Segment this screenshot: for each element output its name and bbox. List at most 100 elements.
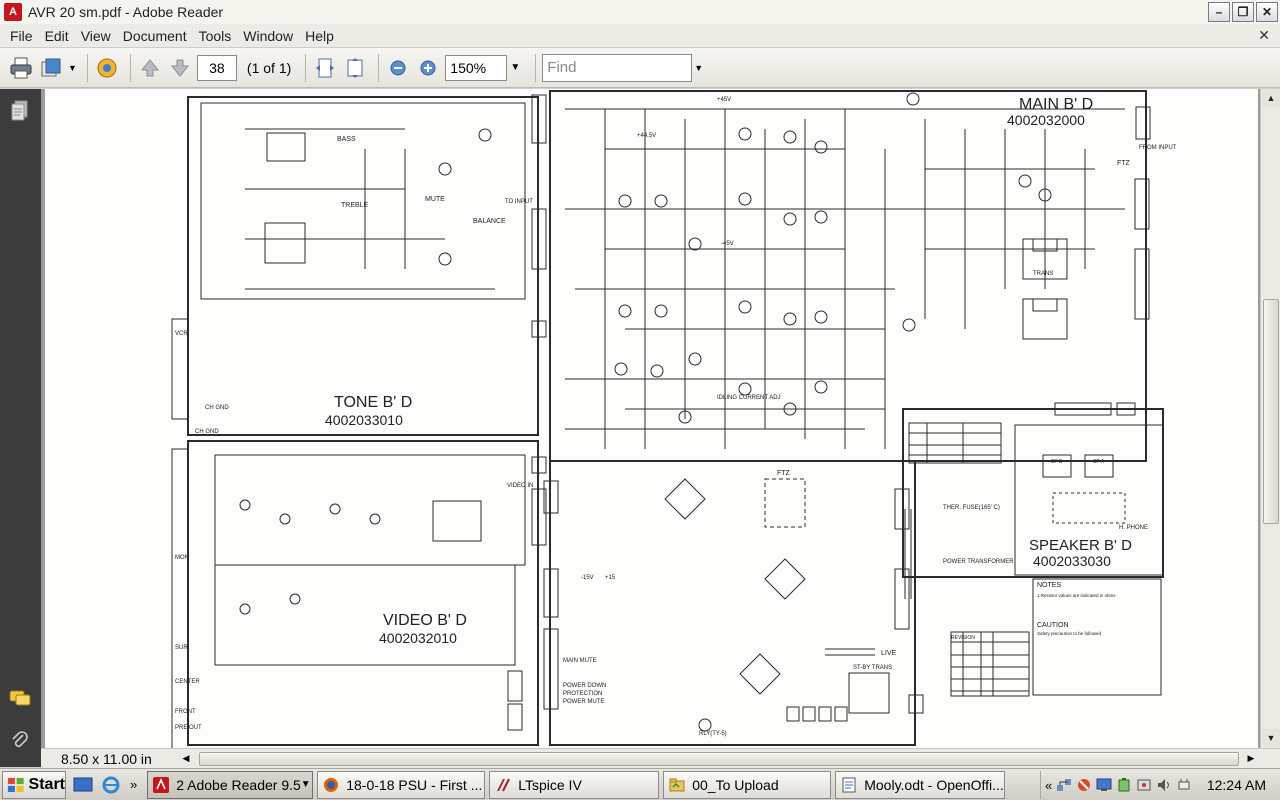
horizontal-scroll-thumb[interactable] <box>199 751 1239 766</box>
internet-explorer-icon[interactable] <box>100 774 122 796</box>
minimize-button[interactable]: – <box>1208 2 1230 22</box>
revision-label: REVISION <box>951 635 975 641</box>
task-label: Mooly.odt - OpenOffi... <box>864 776 1004 793</box>
page-number-input[interactable]: 38 <box>196 54 237 81</box>
fit-page-icon[interactable] <box>342 55 368 81</box>
windows-logo-icon <box>7 777 24 792</box>
task-ltspice[interactable]: LTspice IV <box>489 770 660 799</box>
mon-label: MON <box>175 555 189 561</box>
menu-view[interactable]: View <box>75 28 117 44</box>
menu-help[interactable]: Help <box>299 28 340 44</box>
network-icon[interactable] <box>1056 777 1072 793</box>
attachments-panel-icon[interactable] <box>8 729 32 753</box>
pages-panel-icon[interactable] <box>8 99 32 123</box>
security-icon[interactable] <box>1076 777 1092 793</box>
find-input[interactable]: Find <box>542 53 693 82</box>
collaborate-icon[interactable] <box>94 55 120 81</box>
from-input-label: FROM INPUT <box>1139 145 1177 151</box>
close-button[interactable]: ✕ <box>1256 2 1278 22</box>
device-icon[interactable] <box>1136 777 1152 793</box>
page-size-label: 8.50 x 11.00 in <box>61 750 152 767</box>
speaker-board-label: SPEAKER B' D <box>1029 537 1132 554</box>
power-mute-label: POWER MUTE <box>563 699 604 705</box>
scroll-up-arrow-icon[interactable]: ▲ <box>1262 89 1280 107</box>
tray-expand-icon[interactable]: « <box>1045 778 1052 793</box>
pre-out-label: PRE OUT <box>175 725 202 731</box>
notes-heading: NOTES <box>1037 582 1061 589</box>
video-in-label: VIDEO IN <box>507 483 533 489</box>
window-title: AVR 20 sm.pdf - Adobe Reader <box>28 4 224 20</box>
horizontal-scrollbar[interactable]: ◀ ▶ <box>177 750 1260 768</box>
menu-document[interactable]: Document <box>117 28 193 44</box>
task-group-dropdown-icon[interactable]: ▼ <box>301 779 311 790</box>
monitor-icon[interactable] <box>1096 777 1112 793</box>
zoom-in-icon[interactable] <box>415 55 441 81</box>
task-to-upload[interactable]: 00_To Upload <box>663 770 832 799</box>
volt-minus-15: -15V <box>581 575 594 581</box>
document-close-icon[interactable]: ✕ <box>1258 27 1270 44</box>
fit-width-icon[interactable] <box>312 55 338 81</box>
writer-icon <box>840 776 858 794</box>
menu-window[interactable]: Window <box>237 28 299 44</box>
volt-minus-45: -45V <box>721 241 734 247</box>
to-input-label: TO INPUT <box>505 199 533 205</box>
zoom-dropdown-icon[interactable]: ▼ <box>507 55 523 81</box>
vertical-scrollbar[interactable]: ▲ ▼ <box>1260 89 1280 748</box>
ch-gnd-label: CH GND <box>195 429 219 435</box>
next-page-icon[interactable] <box>167 55 193 81</box>
volume-icon[interactable] <box>1156 777 1172 793</box>
find-dropdown-icon[interactable]: ▼ <box>694 63 706 73</box>
start-button[interactable]: Start <box>2 770 66 799</box>
share-icon[interactable] <box>38 55 64 81</box>
pdf-page: TONE B' D 4002033010 VIDEO B' D 40020320… <box>45 89 1258 748</box>
task-label: LTspice IV <box>518 776 582 793</box>
show-desktop-icon[interactable] <box>72 774 94 796</box>
toolbar-separator <box>305 53 307 82</box>
quicklaunch-more-icon[interactable]: » <box>130 777 137 792</box>
zoom-out-icon[interactable] <box>385 55 411 81</box>
mute-label: MUTE <box>425 196 445 203</box>
toolbar: ▼ 38 (1 of 1) 150% ▼ Find ▼ <box>0 48 1280 88</box>
toolbar-separator <box>535 53 537 82</box>
document-view[interactable]: TONE B' D 4002033010 VIDEO B' D 40020320… <box>41 89 1260 748</box>
task-adobe-reader[interactable]: 2 Adobe Reader 9.5 ▼ <box>147 770 314 799</box>
clock: 12:24 AM <box>1206 777 1266 793</box>
power-icon[interactable] <box>1176 777 1192 793</box>
speaker-board-code: 4002033030 <box>1033 553 1111 569</box>
page-count: (1 of 1) <box>246 59 292 76</box>
vertical-scroll-thumb[interactable] <box>1263 299 1279 524</box>
adobe-reader-icon: A <box>4 3 22 21</box>
notes-text: 1.Resistor values are indicated in ohms <box>1037 593 1116 598</box>
speaker-a-label: SP A <box>1093 459 1105 465</box>
volt-plus-15: +15 <box>605 575 616 581</box>
balance-label: BALANCE <box>473 218 506 225</box>
vcr-label: VCR <box>175 331 188 337</box>
comments-panel-icon[interactable] <box>8 687 32 711</box>
scroll-down-arrow-icon[interactable]: ▼ <box>1262 729 1280 747</box>
menu-edit[interactable]: Edit <box>39 28 75 44</box>
print-icon[interactable] <box>8 55 34 81</box>
scroll-right-arrow-icon[interactable]: ▶ <box>1242 750 1260 768</box>
previous-page-icon[interactable] <box>137 55 163 81</box>
headphone-label: H. PHONE <box>1119 525 1148 531</box>
main-volt-label: +44.5V <box>637 133 656 139</box>
zoom-level-field[interactable]: 150% <box>445 54 508 81</box>
battery-icon[interactable] <box>1116 777 1132 793</box>
task-label: 2 Adobe Reader 9.5 <box>176 776 301 793</box>
caution-text: Safety precaution to be followed <box>1037 631 1102 636</box>
task-openoffice[interactable]: Mooly.odt - OpenOffi... <box>835 770 1006 799</box>
task-firefox[interactable]: 18-0-18 PSU - First ... <box>317 770 486 799</box>
share-dropdown-icon[interactable]: ▼ <box>68 63 77 73</box>
scroll-left-arrow-icon[interactable]: ◀ <box>177 750 195 768</box>
main-board-label: MAIN B' D <box>1019 96 1093 113</box>
idling-current-label: IDLING CURRENT ADJ <box>717 395 781 401</box>
ftz-speaker-label: FTZ <box>1117 160 1131 167</box>
folder-icon <box>668 776 686 794</box>
power-transformer-label: POWER TRANSFORMER <box>943 559 1014 565</box>
menu-file[interactable]: File <box>4 28 39 44</box>
speaker-b-label: SP B <box>1051 459 1063 465</box>
trans-label: TRANS <box>1033 271 1053 277</box>
title-bar: A AVR 20 sm.pdf - Adobe Reader – ❐ ✕ <box>0 0 1280 24</box>
menu-tools[interactable]: Tools <box>193 28 238 44</box>
restore-button[interactable]: ❐ <box>1232 2 1254 22</box>
